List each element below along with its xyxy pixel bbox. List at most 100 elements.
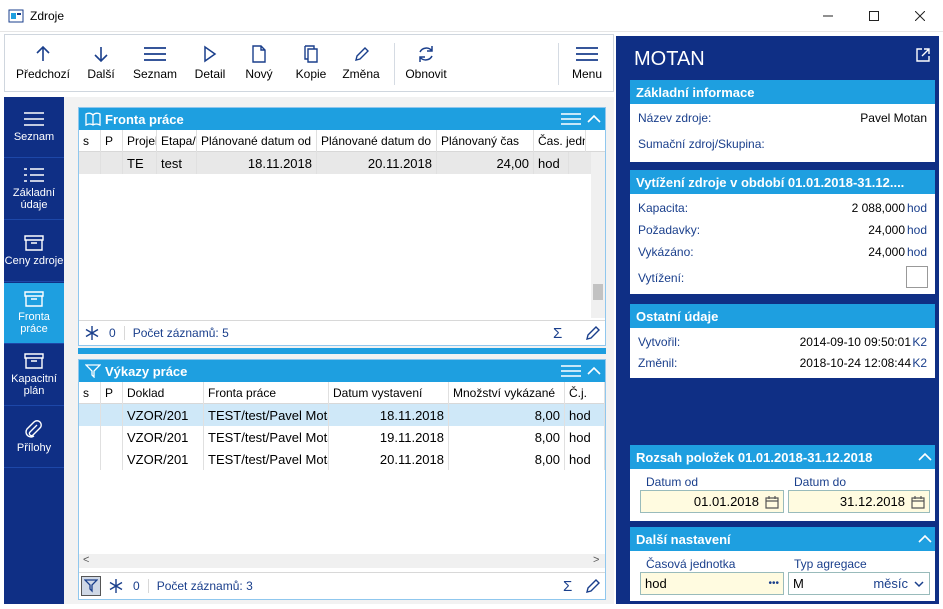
work-reports-panel: Výkazy práce s P Doklad Fronta práce Datum v… — [78, 359, 606, 600]
settings-section: Časová jednotka hod ••• Typ agregace M m… — [630, 551, 935, 601]
collapse-icon[interactable] — [918, 452, 932, 462]
record-title: MOTAN — [634, 48, 705, 70]
created-value: 2014-09-10 09:50:01 — [799, 335, 911, 349]
refresh-icon — [419, 46, 433, 62]
pencil-icon[interactable] — [585, 325, 601, 341]
list-button[interactable]: Seznam — [129, 35, 181, 91]
time-unit-input[interactable]: hod ••• — [640, 572, 784, 595]
calendar-icon[interactable] — [911, 495, 925, 509]
nav-item-capacity-plan[interactable]: Kapacitní plán — [4, 345, 64, 406]
name-label: Název zdroje: — [638, 111, 712, 125]
maximize-button[interactable] — [851, 0, 897, 32]
table-header: sPProjekEtapa/Plánované datum odPlánovan… — [79, 130, 605, 152]
snowflake-icon[interactable] — [109, 579, 123, 593]
box-icon — [24, 235, 44, 251]
column-header[interactable]: Datum vystavení — [329, 382, 449, 404]
collapse-icon[interactable] — [587, 366, 601, 376]
table-cell: 19.11.2018 — [329, 426, 449, 448]
column-header[interactable]: Fronta práce — [204, 382, 329, 404]
arrow-down-icon — [94, 47, 108, 63]
detail-button[interactable]: Detail — [189, 35, 231, 91]
column-header[interactable]: Plánované datum do — [317, 130, 437, 152]
aggregation-select[interactable]: M měsíc — [788, 572, 930, 595]
column-header[interactable]: Č.j. — [565, 382, 605, 404]
column-header[interactable]: Plánovaný čas — [437, 130, 534, 152]
changed-user[interactable]: K2 — [912, 356, 927, 370]
table-row[interactable]: VZOR/201 TEST/test/Pavel Motan 18.11.2018 8… — [79, 404, 605, 426]
splitter[interactable] — [78, 348, 606, 354]
vertical-scrollbar[interactable] — [591, 152, 605, 318]
edit-button[interactable]: Změna — [339, 35, 383, 91]
table-row[interactable]: VZOR/201 TEST/test/Pavel Motan 19.11.2018 8… — [79, 426, 605, 448]
panel-menu-icon[interactable] — [561, 112, 581, 126]
list-icon — [24, 112, 44, 126]
column-header[interactable]: Čas. jedn — [534, 130, 586, 152]
app-icon — [8, 9, 24, 23]
column-header[interactable]: Plánované datum od — [197, 130, 317, 152]
date-to-input[interactable]: 31.12.2018 — [788, 490, 930, 513]
collapse-icon[interactable] — [918, 534, 932, 544]
aggregation-text: měsíc — [873, 576, 908, 591]
new-button[interactable]: Nový — [239, 35, 279, 91]
right-splitter[interactable] — [616, 36, 624, 604]
column-header[interactable]: Etapa/ — [157, 130, 197, 152]
external-link-icon[interactable] — [916, 48, 930, 62]
filter-icon — [84, 579, 98, 593]
collapse-icon[interactable] — [587, 114, 601, 124]
panel-header: Výkazy práce — [79, 360, 605, 382]
scrollbar-thumb[interactable] — [593, 284, 603, 300]
filter-toggle[interactable] — [81, 576, 101, 596]
column-header[interactable]: s — [79, 130, 101, 152]
new-label: Nový — [245, 67, 273, 81]
section-title: Základní informace — [636, 84, 755, 100]
calendar-icon[interactable] — [765, 495, 779, 509]
table-cell — [79, 426, 101, 448]
horizontal-scrollbar[interactable]: < > — [79, 554, 605, 568]
nav-item-attachments[interactable]: Přílohy — [4, 407, 64, 468]
lookup-icon[interactable]: ••• — [768, 578, 779, 589]
snowflake-icon[interactable] — [85, 325, 99, 340]
range-section: Datum od 01.01.2018 Datum do 31.12.2018 — [630, 469, 935, 521]
minimize-button[interactable] — [805, 0, 851, 32]
column-header[interactable]: Množství vykázané — [449, 382, 565, 404]
nav-item-prices[interactable]: Ceny zdroje — [4, 221, 64, 282]
nav-item-work-queue[interactable]: Fronta práce — [4, 283, 64, 344]
box-icon — [24, 291, 44, 307]
refresh-button[interactable]: Obnovit — [401, 35, 451, 91]
created-user[interactable]: K2 — [912, 335, 927, 349]
pencil-icon[interactable] — [585, 578, 601, 594]
previous-button[interactable]: Předchozí — [11, 35, 75, 91]
table-cell: hod — [534, 152, 569, 174]
section-title: Rozsah položek 01.01.2018-31.12.2018 — [636, 449, 873, 465]
filter-count: 0 — [133, 579, 140, 593]
table-cell: 18.11.2018 — [329, 404, 449, 426]
next-button[interactable]: Další — [79, 35, 123, 91]
close-button[interactable] — [897, 0, 943, 32]
column-header[interactable]: P — [101, 382, 123, 404]
nav-label: Přílohy — [16, 442, 52, 454]
created-label: Vytvořil: — [638, 335, 681, 349]
table-row[interactable]: TE test 18.11.2018 20.11.2018 24,00 hod — [79, 152, 591, 174]
sum-icon[interactable]: Σ — [553, 325, 562, 342]
panel-footer: 0 Počet záznamů: 5 Σ — [79, 320, 605, 344]
copy-button[interactable]: Kopie — [289, 35, 333, 91]
column-header[interactable]: Projek — [123, 130, 157, 152]
column-header[interactable]: s — [79, 382, 101, 404]
table-row[interactable]: VZOR/201 TEST/test/Pavel Motan 20.11.2018 8… — [79, 448, 605, 470]
nav-item-basic-data[interactable]: Základní údaje — [4, 159, 64, 220]
chevron-down-icon[interactable] — [914, 580, 924, 588]
menu-button[interactable]: Menu — [565, 35, 609, 91]
nav-item-list[interactable]: Seznam — [4, 97, 64, 158]
utilization-box — [906, 266, 928, 288]
panel-menu-icon[interactable] — [561, 364, 581, 378]
nav-label: Fronta práce — [18, 311, 50, 335]
capacity-label: Kapacita: — [638, 201, 689, 215]
utilization-label: Vytížení: — [638, 271, 685, 285]
sum-icon[interactable]: Σ — [563, 578, 572, 595]
column-header[interactable]: P — [101, 130, 123, 152]
panel-header: Fronta práce — [79, 108, 605, 130]
table-cell: 20.11.2018 — [329, 448, 449, 470]
date-from-input[interactable]: 01.01.2018 — [640, 490, 784, 513]
left-nav: Seznam Základní údaje Ceny zdroje Fronta… — [4, 97, 64, 604]
column-header[interactable]: Doklad — [123, 382, 204, 404]
